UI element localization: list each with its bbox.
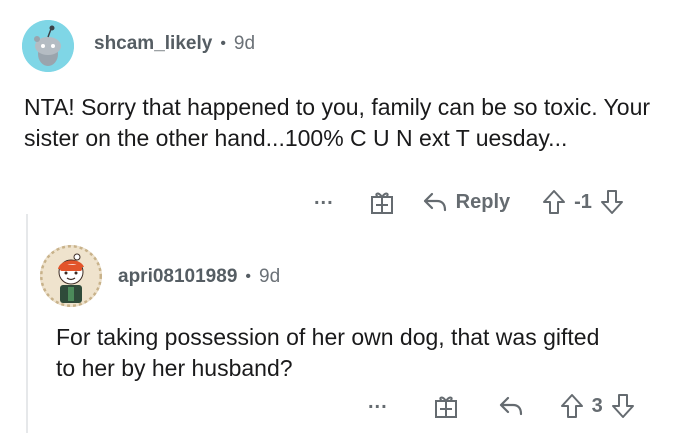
user-avatar-2[interactable]	[40, 245, 102, 307]
comment-actions-1: ... Reply -1	[314, 184, 624, 220]
comment-actions-2: ... 3	[368, 388, 635, 424]
downvote-arrow-icon	[611, 394, 634, 418]
upvote-button[interactable]	[560, 393, 584, 419]
reply-button[interactable]: Reply	[422, 191, 510, 214]
vote-score: -1	[574, 190, 592, 213]
reply-arrow-icon	[423, 192, 446, 212]
username[interactable]: apri08101989	[118, 266, 237, 288]
upvote-arrow-icon	[560, 394, 583, 418]
custom-avatar-icon	[40, 245, 102, 307]
vote-score: 3	[591, 394, 603, 417]
gift-icon	[370, 192, 393, 214]
upvote-arrow-icon	[543, 190, 566, 214]
thread-line[interactable]	[26, 214, 28, 433]
more-options-button[interactable]: ...	[368, 391, 388, 414]
meta-separator: •	[245, 268, 251, 285]
comment-meta-1: shcam_likely • 9d	[94, 33, 255, 55]
meta-separator: •	[220, 35, 226, 52]
snoo-avatar-icon	[22, 20, 74, 72]
comment-age: 9d	[259, 266, 281, 287]
downvote-arrow-icon	[600, 190, 623, 214]
award-button[interactable]	[368, 188, 396, 216]
username[interactable]: shcam_likely	[94, 33, 212, 55]
user-avatar-1[interactable]	[22, 20, 74, 72]
downvote-button[interactable]	[600, 189, 624, 215]
comment-body-1: NTA! Sorry that happened to you, family …	[24, 94, 651, 151]
award-button[interactable]	[432, 392, 460, 420]
comment-body-2: For taking possession of her own dog, th…	[56, 324, 600, 381]
comment-age: 9d	[233, 33, 256, 54]
reply-label: Reply	[455, 190, 511, 213]
more-options-button[interactable]: ...	[314, 187, 334, 210]
downvote-button[interactable]	[611, 393, 635, 419]
upvote-button[interactable]	[542, 189, 566, 215]
gift-icon	[434, 396, 457, 418]
comment-meta-2: apri08101989 • 9d	[118, 266, 280, 288]
reply-arrow-icon	[499, 396, 522, 416]
reply-button[interactable]	[498, 395, 524, 417]
